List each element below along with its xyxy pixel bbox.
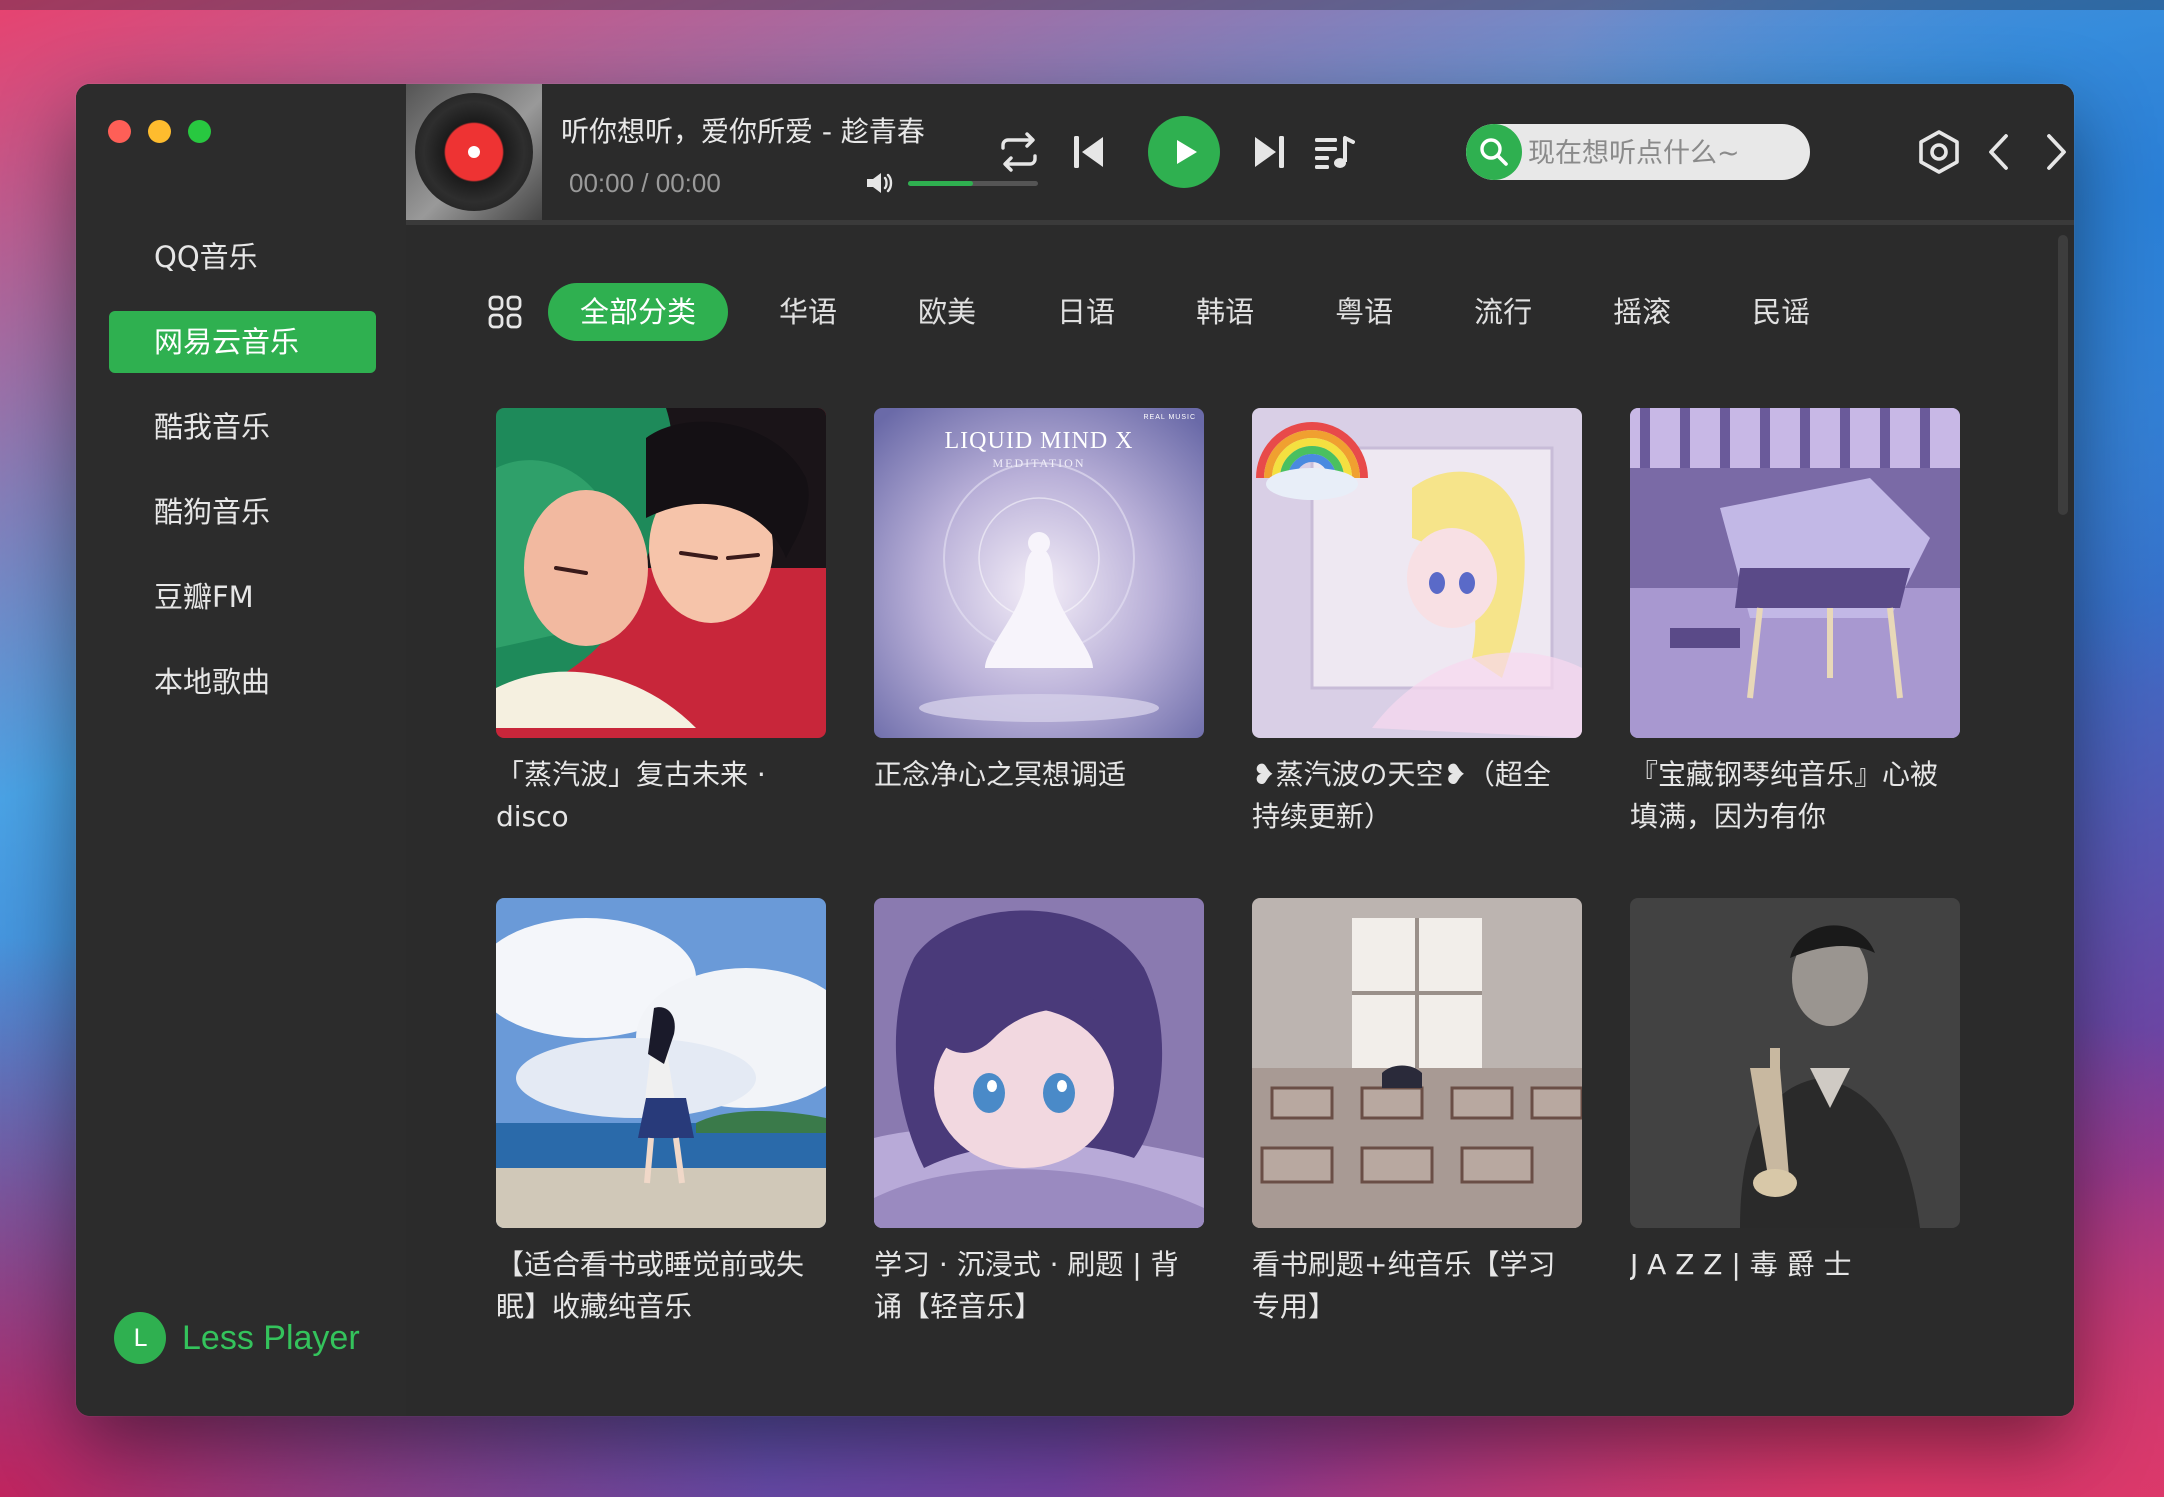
chevron-left-icon	[1989, 134, 2008, 170]
brand: L Less Player	[114, 1312, 360, 1364]
minimize-window-button[interactable]	[148, 120, 171, 143]
repeat-icon	[1001, 132, 1037, 172]
now-playing-title: 听你想听，爱你所爱 - 趁青春	[561, 115, 925, 148]
playlist-cover	[1630, 408, 1960, 738]
playlist-card[interactable]: J A Z Z | 毒 爵 士	[1630, 898, 1960, 1388]
forward-button[interactable]	[2026, 122, 2074, 182]
playlist-queue-icon	[1315, 136, 1355, 169]
search-box	[1466, 124, 1810, 180]
playlist-card[interactable]: 「蒸汽波」复古未来 · disco	[496, 408, 826, 898]
tab-pop[interactable]: 流行	[1444, 283, 1562, 341]
tab-japanese[interactable]: 日语	[1027, 283, 1145, 341]
sidebar-item-kugou-music[interactable]: 酷狗音乐	[109, 481, 376, 543]
next-button[interactable]	[1239, 122, 1299, 182]
cover-text-subtitle: MEDITATION	[992, 456, 1086, 470]
scrollbar[interactable]	[2058, 235, 2068, 515]
tab-cantonese[interactable]: 粤语	[1305, 283, 1423, 341]
playlist-title: 「蒸汽波」复古未来 · disco	[496, 758, 766, 833]
search-icon	[1480, 138, 1508, 166]
previous-button[interactable]	[1059, 122, 1119, 182]
zoom-window-button[interactable]	[188, 120, 211, 143]
volume-icon[interactable]	[864, 168, 894, 198]
main-content: 全部分类 华语 欧美 日语 韩语 粤语 流行 摇滚 民谣 「蒸汽波」复古未来 ·…	[406, 225, 2074, 1416]
playlist-queue-button[interactable]	[1304, 122, 1364, 182]
playlist-title: 『宝藏钢琴纯音乐』心被填满，因为有你	[1630, 758, 1939, 833]
sidebar-item-kuwo-music[interactable]: 酷我音乐	[109, 396, 376, 458]
window-controls	[108, 120, 211, 143]
settings-icon	[1919, 130, 1959, 174]
playlist-cover: LIQUID MIND X MEDITATION REAL MUSIC	[874, 408, 1204, 738]
playlist-cover	[1252, 408, 1582, 738]
tab-all-categories[interactable]: 全部分类	[548, 283, 729, 341]
chevron-right-icon	[2047, 134, 2066, 170]
sidebar-item-douban-fm[interactable]: 豆瓣FM	[109, 566, 376, 628]
play-icon	[1177, 140, 1197, 164]
playlist-cover	[496, 408, 826, 738]
skip-next-icon	[1255, 136, 1284, 168]
brand-logo-icon: L	[114, 1312, 166, 1364]
playlist-grid: 「蒸汽波」复古未来 · disco LIQUID MIND X MEDITATI…	[496, 408, 1974, 1388]
tab-rock[interactable]: 摇滚	[1583, 283, 1701, 341]
playlist-cover	[1252, 898, 1582, 1228]
source-nav: QQ音乐 网易云音乐 酷我音乐 酷狗音乐 豆瓣FM 本地歌曲	[109, 226, 376, 736]
cover-text-title: LIQUID MIND X	[944, 428, 1134, 454]
now-playing-cover[interactable]	[406, 84, 542, 220]
playlist-title: 正念净心之冥想调适	[874, 758, 1127, 791]
playlist-title: J A Z Z | 毒 爵 士	[1630, 1248, 1852, 1281]
sidebar-item-local-songs[interactable]: 本地歌曲	[109, 651, 376, 713]
grid-categories-icon[interactable]	[488, 295, 522, 329]
playback-time: 00:00 / 00:00	[569, 168, 721, 198]
sidebar-item-qq-music[interactable]: QQ音乐	[109, 226, 376, 288]
tab-western[interactable]: 欧美	[888, 283, 1006, 341]
settings-button[interactable]	[1909, 122, 1969, 182]
close-window-button[interactable]	[108, 120, 131, 143]
playlist-cover	[496, 898, 826, 1228]
macos-menubar	[0, 0, 2164, 10]
playlist-title: ❥蒸汽波の天空❥（超全 持续更新）	[1252, 758, 1551, 833]
play-button[interactable]	[1148, 116, 1220, 188]
back-button[interactable]	[1969, 122, 2029, 182]
search-input[interactable]	[1526, 124, 1806, 180]
playlist-cover	[874, 898, 1204, 1228]
volume-level	[908, 181, 973, 186]
sidebar-item-netease-music[interactable]: 网易云音乐	[109, 311, 376, 373]
category-tabs: 全部分类 华语 欧美 日语 韩语 粤语 流行 摇滚 民谣	[488, 283, 1861, 341]
playlist-title: 【适合看书或睡觉前或失眠】收藏纯音乐	[496, 1248, 805, 1323]
tab-chinese[interactable]: 华语	[749, 283, 867, 341]
tab-folk[interactable]: 民谣	[1722, 283, 1840, 341]
repeat-button[interactable]	[989, 122, 1049, 182]
playlist-card[interactable]: 看书刷题+纯音乐【学习专用】	[1252, 898, 1582, 1388]
playlist-card[interactable]: LIQUID MIND X MEDITATION REAL MUSIC 正念净心…	[874, 408, 1204, 898]
brand-logo-letter: L	[133, 1324, 147, 1352]
sidebar: QQ音乐 网易云音乐 酷我音乐 酷狗音乐 豆瓣FM 本地歌曲 L Less Pl…	[76, 84, 408, 1416]
playlist-card[interactable]: 学习 · 沉浸式 · 刷题 | 背诵【轻音乐】	[874, 898, 1204, 1388]
search-button[interactable]	[1466, 124, 1522, 180]
skip-previous-icon	[1074, 136, 1103, 168]
brand-name: Less Player	[182, 1318, 360, 1357]
playlist-title: 学习 · 沉浸式 · 刷题 | 背诵【轻音乐】	[874, 1248, 1179, 1323]
player-bar: 听你想听，爱你所爱 - 趁青春 00:00 / 00:00	[406, 84, 2074, 225]
vinyl-record-icon	[415, 93, 533, 211]
playlist-card[interactable]: 『宝藏钢琴纯音乐』心被填满，因为有你	[1630, 408, 1960, 898]
playlist-card[interactable]: 【适合看书或睡觉前或失眠】收藏纯音乐	[496, 898, 826, 1388]
app-window: QQ音乐 网易云音乐 酷我音乐 酷狗音乐 豆瓣FM 本地歌曲 L Less Pl…	[76, 84, 2074, 1416]
tab-korean[interactable]: 韩语	[1166, 283, 1284, 341]
playlist-title: 看书刷题+纯音乐【学习专用】	[1252, 1248, 1556, 1323]
playlist-card[interactable]: ❥蒸汽波の天空❥（超全 持续更新）	[1252, 408, 1582, 898]
cover-text-label: REAL MUSIC	[1143, 414, 1196, 421]
playlist-cover	[1630, 898, 1960, 1228]
